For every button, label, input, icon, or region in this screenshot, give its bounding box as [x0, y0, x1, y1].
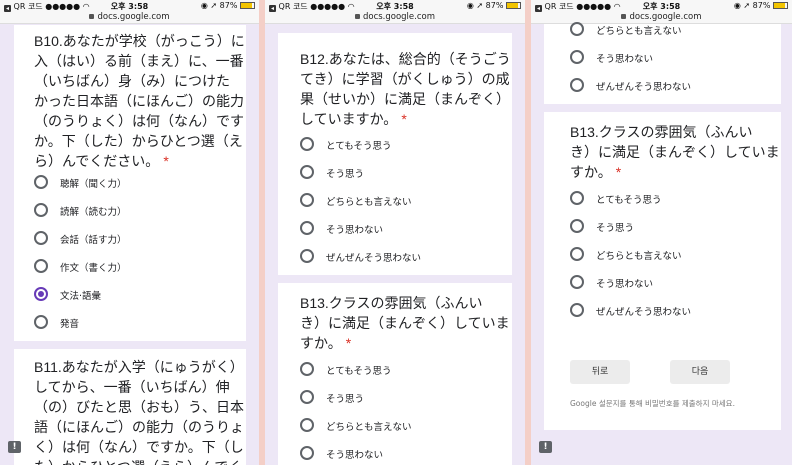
- option-b12-5[interactable]: ぜんぜんそう思わない: [570, 76, 781, 96]
- radio-button-selected[interactable]: [34, 287, 48, 301]
- option-b10-5[interactable]: 文法‧語彙: [34, 285, 246, 305]
- radio-button[interactable]: [570, 303, 584, 317]
- address-bar[interactable]: docs.google.com: [0, 12, 259, 22]
- question-b12-title: B12.あなたは、総合的（そうごう てき）に学習（がくしゅう）の成 果（せいか）…: [300, 51, 511, 127]
- option-b13-2[interactable]: そう思う: [300, 388, 512, 408]
- radio-button[interactable]: [34, 315, 48, 329]
- radio-button[interactable]: [570, 219, 584, 233]
- form-card: B13.クラスの雰囲気（ふんい き）に満足（まんぞく）していま すか。 * とても…: [544, 112, 781, 342]
- back-button[interactable]: 뒤로: [570, 360, 630, 384]
- option-b12-2[interactable]: そう思う: [300, 163, 512, 183]
- phone-screen-3: ◂ QR 코드 ●●●●● ◠ 오후 3:58 ◉ ➚ 87% docs.goo…: [531, 0, 792, 465]
- question-b11-title: B11.あなたが入学（にゅうがく） してから、一番（いちばん）伸 （の）びたと思…: [34, 359, 244, 465]
- required-asterisk: *: [615, 164, 622, 180]
- option-b12-1[interactable]: とてもそう思う: [300, 135, 512, 155]
- option-b12-5[interactable]: ぜんぜんそう思わない: [300, 247, 512, 267]
- form-card: どちらとも言えない そう思わない ぜんぜんそう思わない: [544, 22, 781, 104]
- radio-button[interactable]: [34, 203, 48, 217]
- address-bar[interactable]: docs.google.com: [265, 12, 525, 22]
- radio-button[interactable]: [300, 390, 314, 404]
- question-b10-title: B10.あなたが学校（がっこう）に 入（はい）る前（まえ）に、一番 （いちばん）…: [34, 33, 245, 169]
- required-asterisk: *: [345, 335, 352, 351]
- lock-icon: [621, 14, 627, 19]
- option-b12-4[interactable]: そう思わない: [570, 48, 781, 68]
- form-card: B11.あなたが入学（にゅうがく） してから、一番（いちばん）伸 （の）びたと思…: [14, 349, 246, 465]
- battery-icon: [506, 2, 521, 9]
- radio-button[interactable]: [570, 275, 584, 289]
- option-b13-1[interactable]: とてもそう思う: [570, 189, 781, 209]
- option-b13-3[interactable]: どちらとも言えない: [300, 416, 512, 436]
- radio-button[interactable]: [300, 193, 314, 207]
- required-asterisk: *: [163, 153, 169, 169]
- option-b12-3[interactable]: どちらとも言えない: [300, 191, 512, 211]
- radio-button[interactable]: [300, 446, 314, 460]
- option-b13-3[interactable]: どちらとも言えない: [570, 245, 781, 265]
- status-indicators: ◉ ➚ 87%: [466, 1, 504, 10]
- feedback-icon[interactable]: !: [8, 441, 21, 453]
- battery-icon: [773, 2, 788, 9]
- lock-icon: [354, 14, 360, 19]
- feedback-icon[interactable]: !: [539, 441, 552, 453]
- radio-button[interactable]: [300, 137, 314, 151]
- question-b13-title: B13.クラスの雰囲気（ふんい き）に満足（まんぞく）していま すか。 *: [570, 124, 780, 180]
- radio-button[interactable]: [34, 259, 48, 273]
- radio-button[interactable]: [570, 50, 584, 64]
- option-b10-3[interactable]: 会話（話す力）: [34, 229, 246, 249]
- option-b13-4[interactable]: そう思わない: [570, 273, 781, 293]
- option-b10-6[interactable]: 発音: [34, 313, 246, 333]
- battery-icon: [240, 2, 255, 9]
- phone-screen-2: ◂ QR 코드 ●●●●● ◠ 오후 3:58 ◉ ➚ 87% docs.goo…: [265, 0, 525, 465]
- radio-button[interactable]: [34, 231, 48, 245]
- option-b10-4[interactable]: 作文（書く力）: [34, 257, 246, 277]
- form-card: B10.あなたが学校（がっこう）に 入（はい）る前（まえ）に、一番 （いちばん）…: [14, 25, 246, 341]
- status-indicators: ◉ ➚ 87%: [733, 1, 771, 10]
- radio-button[interactable]: [300, 418, 314, 432]
- required-asterisk: *: [401, 111, 407, 127]
- phone-screen-1: ◂ QR 코드 ●●●●● ◠ 오후 3:58 ◉ ➚ 87% docs.goo…: [0, 0, 259, 465]
- footer-notice: Google 설문지를 통해 비밀번호를 제출하지 마세요.: [570, 399, 735, 408]
- option-b12-4[interactable]: そう思わない: [300, 219, 512, 239]
- radio-button[interactable]: [570, 22, 584, 36]
- option-b13-5[interactable]: ぜんぜんそう思わない: [570, 301, 781, 321]
- radio-button[interactable]: [300, 165, 314, 179]
- option-b13-4[interactable]: そう思わない: [300, 444, 512, 464]
- radio-button[interactable]: [570, 191, 584, 205]
- radio-button[interactable]: [300, 362, 314, 376]
- url-text: docs.google.com: [97, 12, 170, 22]
- next-button[interactable]: 다음: [670, 360, 730, 384]
- option-b10-1[interactable]: 聴解（聞く力）: [34, 173, 246, 193]
- url-text: docs.google.com: [362, 12, 436, 22]
- form-card: B12.あなたは、総合的（そうごう てき）に学習（がくしゅう）の成 果（せいか）…: [278, 33, 512, 275]
- radio-button[interactable]: [300, 249, 314, 263]
- option-b10-2[interactable]: 読解（読む力）: [34, 201, 246, 221]
- status-indicators: ◉ ➚ 87%: [200, 1, 238, 10]
- form-card: B13.クラスの雰囲気（ふんい き）に満足（まんぞく）していま すか。 * とても…: [278, 283, 512, 465]
- radio-button[interactable]: [570, 247, 584, 261]
- radio-button[interactable]: [34, 175, 48, 189]
- nav-area: 뒤로 다음 Google 설문지를 통해 비밀번호를 제출하지 마세요.: [544, 342, 781, 430]
- option-b13-1[interactable]: とてもそう思う: [300, 360, 512, 380]
- question-b13-title: B13.クラスの雰囲気（ふんい き）に満足（まんぞく）していま すか。 *: [300, 295, 510, 351]
- lock-icon: [89, 14, 95, 19]
- option-b12-3[interactable]: どちらとも言えない: [570, 20, 781, 40]
- radio-button[interactable]: [570, 78, 584, 92]
- option-b13-2[interactable]: そう思う: [570, 217, 781, 237]
- status-bar: ◂ QR 코드 ●●●●● ◠ 오후 3:58 ◉ ➚ 87% docs.goo…: [265, 0, 525, 24]
- radio-button[interactable]: [300, 221, 314, 235]
- status-bar: ◂ QR 코드 ●●●●● ◠ 오후 3:58 ◉ ➚ 87% docs.goo…: [0, 0, 259, 24]
